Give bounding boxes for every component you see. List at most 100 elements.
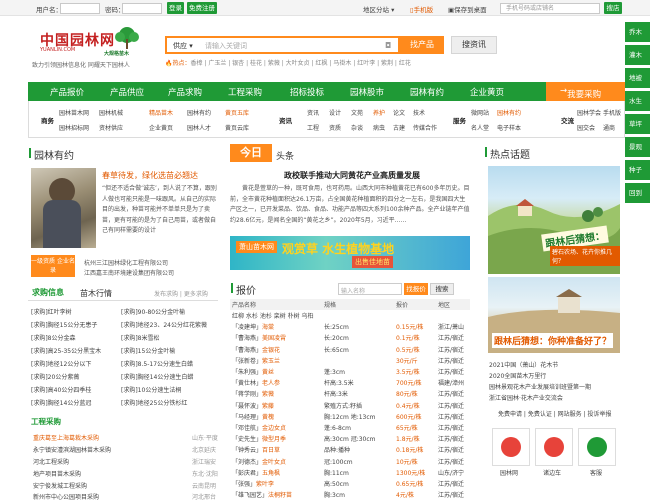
product-name[interactable]: 黄槐 [262, 414, 274, 421]
list-item[interactable]: [求购]90-80公分金叶榆 [121, 307, 185, 316]
nav-item[interactable]: 产品报价 [50, 86, 84, 98]
subnav-link[interactable]: 资讯 [307, 108, 319, 117]
site-switch-link[interactable]: 地区分站 ▾ [363, 4, 394, 14]
subnav-link[interactable]: 园林学会 [577, 108, 601, 117]
subnav-link[interactable]: 病虫 [373, 123, 385, 132]
right-nav-item[interactable]: 景观 [625, 137, 650, 157]
list-item[interactable]: 永宁镇安澧滨湖园林苗木采购 [33, 445, 111, 454]
seller-name[interactable]: 「黄仕林」 [232, 380, 262, 387]
mobile-link[interactable]: ▯手机版 [410, 4, 433, 14]
subnav-link[interactable]: 杂谈 [351, 123, 363, 132]
table-row[interactable]: 「张强」紫叶李 高:50cm 0.65元/株 江苏/宿迁 [230, 478, 470, 489]
subnav-link[interactable]: 资材供应 [99, 123, 123, 132]
subnav-link[interactable]: 园林苗木网 [59, 108, 89, 117]
nav-item[interactable]: 企业黄页 [470, 86, 504, 98]
right-nav-item[interactable]: 地被 [625, 68, 650, 88]
list-item[interactable]: [求购]地径23、24公分红花紫薇 [121, 320, 207, 329]
seller-name[interactable]: 「曹海燕」 [232, 347, 262, 354]
qr-code[interactable] [578, 428, 616, 466]
list-item[interactable]: [求购]20公分紫薇 [31, 372, 79, 381]
headline-title[interactable]: 政校联手推动大同黄花产业高质量发展 [284, 170, 420, 181]
table-row[interactable]: 「史先生」微型月季 高:30cm 冠:30cm 1.8元/株 江苏/宿迁 [230, 433, 470, 444]
news-item[interactable]: 园林景观花木产业发展培训班暨第一期 [489, 382, 591, 391]
company-link[interactable]: 江西嘉王南环境建设集团有限公司 [84, 268, 174, 277]
list-item[interactable]: [求购]胸径15公分无患子 [31, 320, 97, 329]
list-item[interactable]: [求购]高40公分四季桂 [31, 385, 91, 394]
subnav-link[interactable]: 园林有约 [497, 108, 521, 117]
list-item[interactable]: [求购]地径12公分以下 [31, 359, 91, 368]
table-row[interactable]: 「凌建坤」海棠 长:25cm 0.15元/株 浙江/萧山 [230, 321, 470, 332]
list-item[interactable]: [求购]10公分速生法桐 [121, 385, 181, 394]
buy-button[interactable]: → 我要采购 [546, 82, 625, 101]
find-quote-button[interactable]: 找报价 [404, 283, 428, 295]
news-item[interactable]: 2020全国苗木万里行 [489, 371, 546, 380]
subnav-link[interactable]: 园林有约 [187, 108, 211, 117]
subnav-link[interactable]: 技术 [413, 108, 425, 117]
nav-item[interactable]: 工程采购 [228, 86, 262, 98]
store-search-input[interactable]: 手机号码或店铺名 [500, 3, 600, 14]
table-row[interactable]: 「聂怀波」紫藤 繁殖方式:籽插 0.4元/株 江苏/宿迁 [230, 400, 470, 411]
product-name[interactable]: 紫藤 [262, 403, 274, 410]
search-input[interactable]: 请输入关键词 [205, 41, 247, 51]
right-nav-item[interactable]: 回到 [625, 183, 650, 203]
subnav-link[interactable]: 园林人才 [187, 123, 211, 132]
service-links[interactable]: 免费申请 | 免费认证 | 网站服务 | 投诉举报 [498, 409, 612, 418]
list-item[interactable]: [求购]胸径14公分速生白蜡 [121, 372, 193, 381]
username-input[interactable] [60, 3, 100, 14]
seller-name[interactable]: 「刘德杰」 [232, 459, 262, 466]
table-row[interactable]: 「黄仕林」老人参 杆高:3.5米 700元/株 福建/漳州 [230, 377, 470, 388]
subnav-link[interactable]: 养护 [373, 108, 385, 117]
table-row[interactable]: 「曹海燕」美国凌霄 长:20cm 0.1元/株 江苏/宿迁 [230, 332, 470, 343]
qr-code[interactable] [492, 428, 530, 466]
subnav-link[interactable]: 精品苗木 [149, 108, 173, 117]
product-name[interactable]: 百日草 [262, 447, 280, 454]
subnav-link[interactable]: 工程 [307, 123, 319, 132]
product-name[interactable]: 法桐籽苗 [268, 492, 292, 499]
product-name[interactable]: 金边女贞 [262, 425, 286, 432]
product-name[interactable]: 紫玉兰 [262, 358, 280, 365]
save-desktop-link[interactable]: ▣保存到桌面 [448, 4, 487, 14]
list-item[interactable]: 重庆葛至上海葛栽木采购 [33, 433, 99, 442]
table-row[interactable]: 「张新卷」紫玉兰 30元/斤 江苏/宿迁 [230, 355, 470, 366]
list-item[interactable]: [求购]高25-35公分黑宝木 [31, 346, 101, 355]
product-name[interactable]: 金叶女贞 [262, 459, 286, 466]
table-row[interactable]: 「曹海燕」金银花 长:65cm 0.5元/株 江苏/宿迁 [230, 344, 470, 355]
subnav-link[interactable]: 传媒合作 [413, 123, 437, 132]
list-item[interactable]: 河北工程采购 [33, 457, 69, 466]
find-product-button[interactable]: 找产品 [400, 36, 444, 54]
list-item[interactable]: [求购]红叶李树 [31, 307, 72, 316]
login-button[interactable]: 登录 [167, 2, 184, 14]
subnav-link[interactable]: 园交会 [577, 123, 595, 132]
tab-purchase-info[interactable]: 求购信息 [32, 287, 64, 298]
news-item[interactable]: 2021中国（萧山）花木节 [489, 360, 558, 369]
right-nav-item[interactable]: 乔木 [625, 22, 650, 42]
store-search-button[interactable]: 搜店 [604, 2, 622, 14]
right-nav-item[interactable]: 灌木 [625, 45, 650, 65]
hot-items[interactable]: 香樟 | 广玉兰 | 银杏 | 桂花 | 紫薇 | 大叶女贞 | 红枫 | 马褂… [191, 60, 411, 67]
product-name[interactable]: 美国凌霄 [262, 335, 286, 342]
list-item[interactable]: 安宁俊发城工程采购 [33, 481, 87, 490]
publish-more-links[interactable]: 发布求购 | 更多求购 [154, 289, 208, 298]
password-input[interactable] [122, 3, 162, 14]
seller-name[interactable]: 「朱利强」 [232, 369, 262, 376]
seller-name[interactable]: 「凌建坤」 [232, 324, 262, 331]
subnav-link[interactable]: 文苑 [351, 108, 363, 117]
table-row[interactable]: 「邓佳航」金边女贞 蓬:6-8cm 65元/株 江苏/宿迁 [230, 422, 470, 433]
table-row[interactable]: 「彭庆君」五角枫 胸:11cm 1300元/株 山东/济宁 [230, 467, 470, 478]
table-row[interactable]: 「刘德杰」金叶女贞 冠:100cm 10元/株 江苏/宿迁 [230, 455, 470, 466]
seller-name[interactable]: 「张新卷」 [232, 358, 262, 365]
tab-market[interactable]: 苗木行情 [80, 288, 112, 299]
product-name[interactable]: 金银花 [262, 347, 280, 354]
product-name[interactable]: 老人参 [262, 380, 280, 387]
table-row[interactable]: 「雄飞园艺」法桐籽苗 胸:3cm 4元/株 江苏/宿迁 [230, 489, 470, 500]
list-item[interactable]: [求购]8.5-17公分速生白蜡 [121, 359, 193, 368]
subnav-link[interactable]: 黄页五库 [225, 108, 249, 117]
camera-icon[interactable]: ◘ [385, 41, 391, 50]
ad-banner[interactable]: 萧山苗木网 观赏草 水生植物基地 出售佳地苗 [230, 236, 470, 270]
subnav-link[interactable]: 手机版 [603, 108, 621, 117]
quote-search-input[interactable]: 输入名称 [338, 283, 402, 295]
product-name[interactable]: 海棠 [262, 324, 274, 331]
subnav-link[interactable]: 名人堂 [471, 123, 489, 132]
qr-code[interactable] [535, 428, 573, 466]
quote-subhead[interactable]: 红柳 水杉 池杉 栾树 朴树 乌桕 [230, 310, 470, 321]
